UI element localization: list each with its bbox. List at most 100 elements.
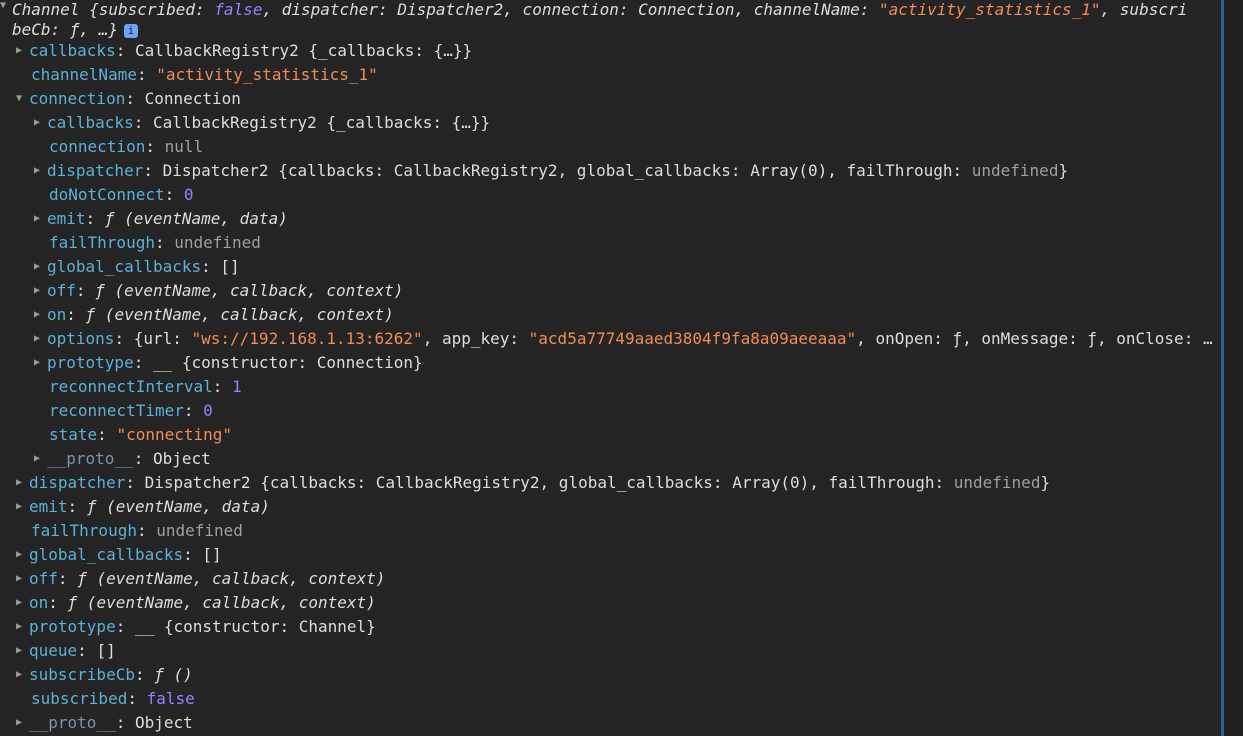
options-prefix: {url: — [133, 329, 192, 348]
property-key: callbacks — [29, 41, 116, 60]
collapsed-triangle-icon[interactable]: ▶ — [34, 303, 47, 327]
property-row-prototype[interactable]: ▶ prototype: __ {constructor: Channel} — [16, 615, 1217, 639]
property-row-donotconnect[interactable]: doNotConnect: 0 — [49, 183, 1217, 207]
collapsed-triangle-icon[interactable]: ▶ — [16, 615, 29, 639]
function-icon: ƒ — [104, 209, 115, 228]
property-row-subscribecb[interactable]: ▶ subscribeCb: ƒ () — [16, 663, 1217, 687]
property-row-reconnectinterval[interactable]: reconnectInterval: 1 — [49, 375, 1217, 399]
property-row-global-callbacks[interactable]: ▶ global_callbacks: [] — [16, 543, 1217, 567]
property-row-connection-dispatcher[interactable]: ▶ dispatcher: Dispatcher2 {callbacks: Cal… — [34, 159, 1217, 183]
undefined-value: undefined — [971, 161, 1059, 180]
summary-channel-value: "activity_statistics_1" — [878, 0, 1101, 19]
property-row-reconnecttimer[interactable]: reconnectTimer: 0 — [49, 399, 1217, 423]
property-row-options[interactable]: ▶ options: {url: "ws://192.168.1.13:6262"… — [34, 327, 1217, 351]
collapsed-triangle-icon[interactable]: ▶ — [16, 663, 29, 687]
property-key: off — [47, 281, 76, 300]
property-value: CallbackRegistry2 {_callbacks: {…}} — [152, 113, 491, 132]
property-row-connection-prototype[interactable]: ▶ prototype: __ {constructor: Connection} — [34, 351, 1217, 375]
options-url-value: "ws://192.168.1.13:6262" — [191, 329, 423, 348]
property-row-connection-callbacks[interactable]: ▶ callbacks: CallbackRegistry2 {_callback… — [34, 111, 1217, 135]
property-row-state[interactable]: state: "connecting" — [49, 423, 1217, 447]
property-value: 1 — [232, 377, 242, 396]
expanded-triangle-icon[interactable]: ▼ — [16, 87, 29, 111]
property-value: CallbackRegistry2 {_callbacks: {…}} — [134, 41, 473, 60]
collapsed-triangle-icon[interactable]: ▶ — [16, 567, 29, 591]
property-key: __proto__ — [29, 713, 116, 732]
property-key: channelName — [31, 65, 137, 84]
collapsed-triangle-icon[interactable]: ▶ — [34, 255, 47, 279]
collapsed-triangle-icon[interactable]: ▶ — [34, 447, 47, 471]
object-summary-header[interactable]: ▼ Channel {subscribed: false, dispatcher… — [0, 0, 1217, 40]
property-key: on — [29, 593, 49, 612]
function-icon: ƒ — [77, 569, 87, 588]
info-icon[interactable]: i — [123, 23, 138, 38]
collapsed-triangle-icon[interactable]: ▶ — [16, 39, 29, 63]
property-value: false — [146, 689, 195, 708]
property-key: state — [49, 425, 98, 444]
property-row-connection-connection[interactable]: connection: null — [49, 135, 1217, 159]
property-value: [] — [220, 257, 240, 276]
collapsed-triangle-icon[interactable]: ▶ — [16, 471, 29, 495]
property-key: callbacks — [47, 113, 134, 132]
summary-tail: , subscri — [1100, 0, 1188, 19]
property-key: subscribed — [31, 689, 128, 708]
function-icon: ƒ — [154, 665, 164, 684]
function-signature: (eventName, callback, context) — [104, 281, 404, 300]
property-key: global_callbacks — [47, 257, 202, 276]
property-row-dispatcher[interactable]: ▶ dispatcher: Dispatcher2 {callbacks: Cal… — [16, 471, 1217, 495]
property-row-off[interactable]: ▶ off: ƒ (eventName, callback, context) — [16, 567, 1217, 591]
options-rest: , onOpen: ƒ, onMessage: ƒ, onClose: ƒ, o… — [856, 329, 1217, 348]
summary-subscribed-value: false — [214, 0, 263, 19]
function-icon: ƒ — [85, 305, 96, 324]
property-row-connection-on[interactable]: ▶ on: ƒ (eventName, callback, context) — [34, 303, 1217, 327]
collapsed-triangle-icon[interactable]: ▶ — [16, 543, 29, 567]
right-gutter — [1224, 0, 1243, 736]
close-brace: } — [1058, 161, 1069, 180]
property-row-connection-emit[interactable]: ▶ emit: ƒ (eventName, data) — [34, 207, 1217, 231]
property-key: doNotConnect — [49, 185, 165, 204]
expanded-triangle-icon[interactable]: ▼ — [0, 0, 10, 18]
function-icon: ƒ — [67, 593, 78, 612]
property-row-connection-failthrough[interactable]: failThrough: undefined — [49, 231, 1217, 255]
property-row-connection-global-callbacks[interactable]: ▶ global_callbacks: [] — [34, 255, 1217, 279]
property-row-connection-proto[interactable]: ▶ __proto__: Object — [34, 447, 1217, 471]
property-value: "connecting" — [116, 425, 233, 444]
property-value: Object — [152, 449, 211, 468]
collapsed-triangle-icon[interactable]: ▶ — [16, 639, 29, 663]
collapsed-triangle-icon[interactable]: ▶ — [34, 207, 47, 231]
collapsed-triangle-icon[interactable]: ▶ — [34, 351, 47, 375]
property-row-proto[interactable]: ▶ __proto__: Object — [16, 711, 1217, 735]
property-row-connection-off[interactable]: ▶ off: ƒ (eventName, callback, context) — [34, 279, 1217, 303]
property-row-on[interactable]: ▶ on: ƒ (eventName, callback, context) — [16, 591, 1217, 615]
function-signature: () — [163, 665, 193, 684]
property-row-failthrough[interactable]: failThrough: undefined — [31, 519, 1217, 543]
property-key: on — [47, 305, 67, 324]
summary-line2: beCb: ƒ, …} — [12, 20, 118, 39]
collapsed-triangle-icon[interactable]: ▶ — [34, 111, 47, 135]
collapsed-triangle-icon[interactable]: ▶ — [16, 495, 29, 519]
property-value: undefined — [156, 521, 243, 540]
options-sep: , app_key: — [422, 329, 529, 348]
function-signature: (eventName, data) — [114, 209, 288, 228]
property-row-emit[interactable]: ▶ emit: ƒ (eventName, data) — [16, 495, 1217, 519]
collapsed-triangle-icon[interactable]: ▶ — [34, 327, 47, 351]
property-row-queue[interactable]: ▶ queue: [] — [16, 639, 1217, 663]
property-row-channelname[interactable]: channelName: "activity_statistics_1" — [31, 63, 1217, 87]
property-row-connection[interactable]: ▼ connection: Connection — [16, 87, 1217, 111]
collapsed-triangle-icon[interactable]: ▶ — [34, 159, 47, 183]
property-key: connection — [29, 89, 126, 108]
property-value: __ {constructor: Connection} — [152, 353, 423, 372]
function-signature: (eventName, callback, context) — [95, 305, 394, 324]
console-object-inspector: ▼ Channel {subscribed: false, dispatcher… — [0, 0, 1221, 736]
property-key: emit — [47, 209, 86, 228]
property-value: null — [164, 137, 204, 156]
property-row-subscribed[interactable]: subscribed: false — [31, 687, 1217, 711]
collapsed-triangle-icon[interactable]: ▶ — [34, 279, 47, 303]
property-key: reconnectTimer — [49, 401, 184, 420]
function-icon: ƒ — [86, 497, 97, 516]
property-value: undefined — [174, 233, 261, 252]
property-row-callbacks[interactable]: ▶ callbacks: CallbackRegistry2 {_callback… — [16, 39, 1217, 63]
collapsed-triangle-icon[interactable]: ▶ — [16, 711, 29, 735]
property-key: reconnectInterval — [49, 377, 213, 396]
collapsed-triangle-icon[interactable]: ▶ — [16, 591, 29, 615]
